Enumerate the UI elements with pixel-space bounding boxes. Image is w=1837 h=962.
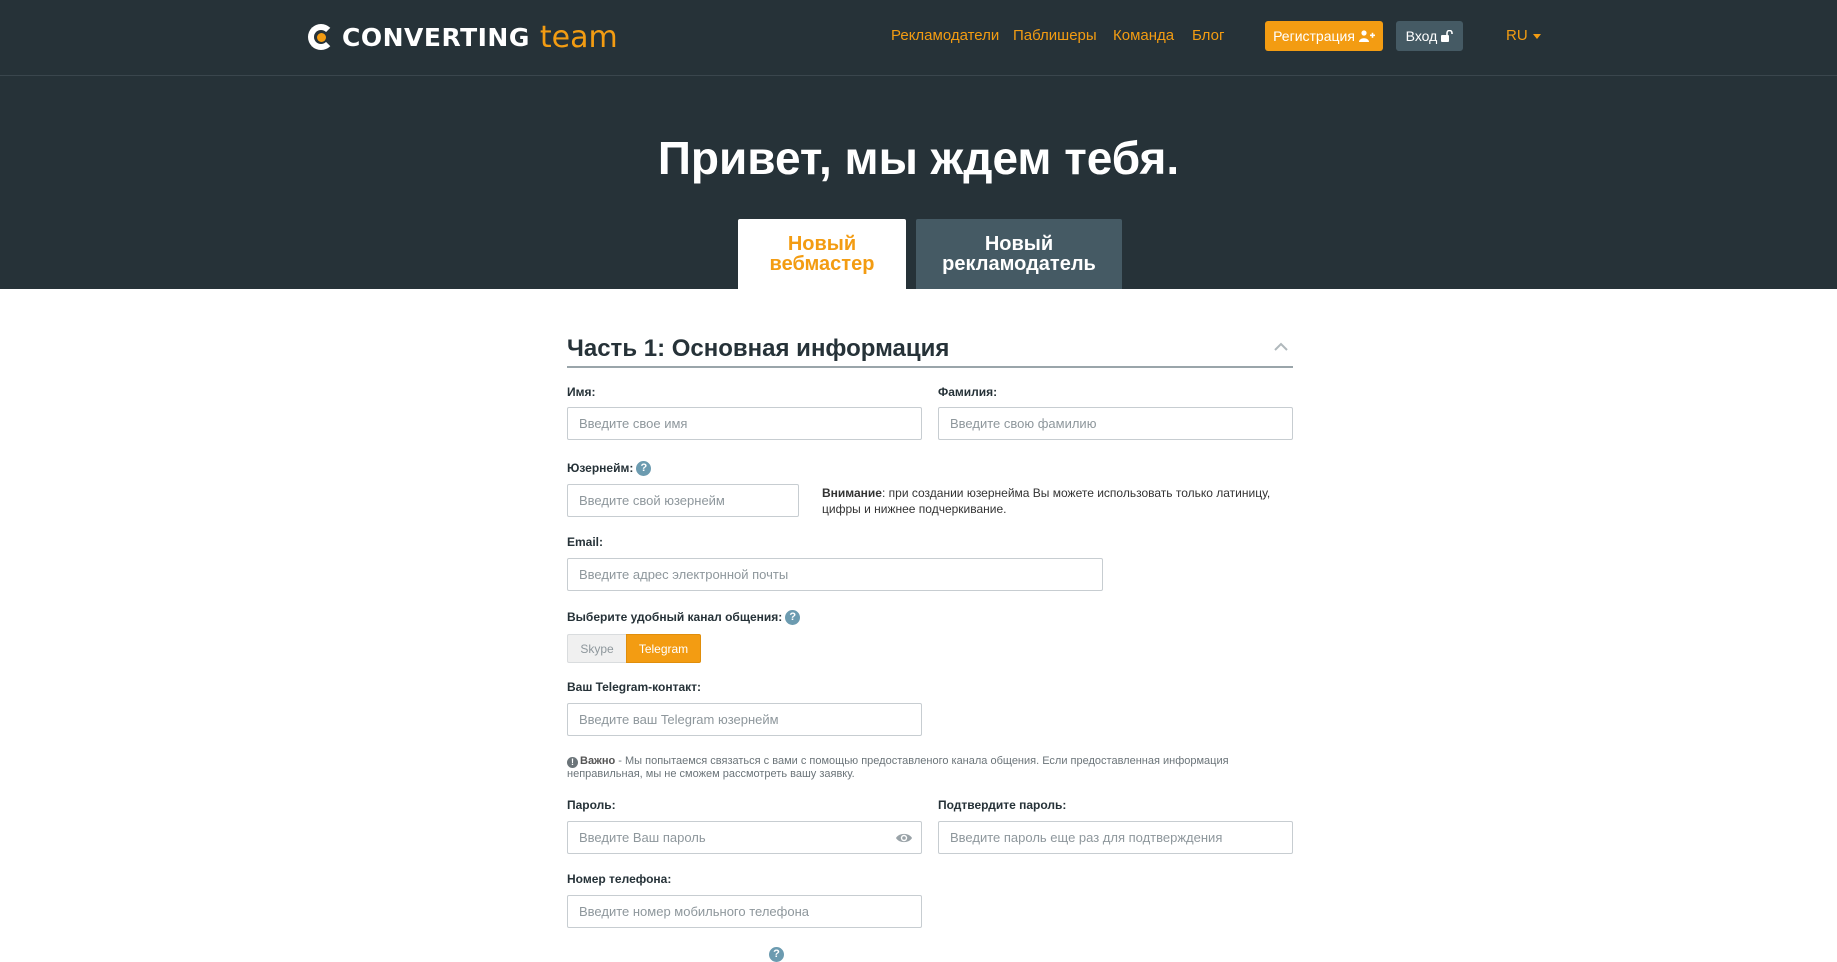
password-input[interactable] bbox=[567, 821, 922, 854]
username-input[interactable] bbox=[567, 484, 799, 517]
important-note: ! Важно - Мы попытаемся связаться с вами … bbox=[567, 755, 1293, 781]
tab-new-advertiser[interactable]: Новый рекламодатель bbox=[916, 219, 1122, 289]
important-text: - Мы попытаемся связаться с вами с помощ… bbox=[567, 755, 1229, 780]
nav-blog[interactable]: Блог bbox=[1192, 27, 1224, 44]
hero: Привет, мы ждем тебя. Новый вебмастер Но… bbox=[0, 76, 1837, 289]
help-icon[interactable]: ? bbox=[785, 610, 801, 626]
caret-down-icon bbox=[1532, 33, 1541, 39]
tab-new-webmaster[interactable]: Новый вебмастер bbox=[738, 219, 906, 289]
phone-input[interactable] bbox=[567, 895, 922, 928]
logo-word: CONVERTING bbox=[342, 22, 530, 52]
telegram-label: Ваш Telegram-контакт: bbox=[567, 680, 701, 694]
section-divider bbox=[567, 366, 1293, 368]
logo[interactable]: CONVERTING team bbox=[308, 18, 618, 56]
channel-toggle: Skype Telegram bbox=[567, 634, 701, 663]
password-confirm-input[interactable] bbox=[938, 821, 1293, 854]
email-label: Email: bbox=[567, 535, 604, 549]
page-title: Привет, мы ждем тебя. bbox=[657, 132, 1180, 184]
username-note: Внимание: при создании юзернейма Вы може… bbox=[822, 485, 1292, 517]
register-label: Регистрация bbox=[1273, 28, 1355, 44]
email-input[interactable] bbox=[567, 558, 1103, 591]
register-button[interactable]: Регистрация bbox=[1265, 21, 1383, 51]
username-label: Юзернейм: bbox=[567, 461, 634, 475]
unlock-icon bbox=[1441, 30, 1454, 42]
logo-mark-icon bbox=[308, 22, 334, 52]
username-note-text: : при создании юзернейма Вы можете испол… bbox=[822, 486, 1271, 516]
nav-publishers[interactable]: Паблишеры bbox=[1013, 27, 1097, 44]
nav-team[interactable]: Команда bbox=[1113, 27, 1174, 44]
nav-advertisers[interactable]: Рекламодатели bbox=[891, 27, 999, 44]
language-label: RU bbox=[1506, 27, 1528, 44]
login-button[interactable]: Вход bbox=[1396, 21, 1463, 51]
language-selector[interactable]: RU bbox=[1506, 27, 1541, 44]
user-plus-icon bbox=[1358, 30, 1375, 42]
tab-new-advertiser-label: Новый рекламодатель bbox=[942, 233, 1096, 275]
channel-label: Выберите удобный канал общения: bbox=[567, 610, 783, 624]
important-strong: Важно bbox=[580, 755, 616, 767]
help-icon[interactable]: ? bbox=[636, 461, 652, 477]
logo-team: team bbox=[539, 19, 618, 55]
telegram-input[interactable] bbox=[567, 703, 922, 736]
eye-icon[interactable] bbox=[895, 832, 913, 844]
login-label: Вход bbox=[1405, 28, 1438, 44]
section-title: Часть 1: Основная информация bbox=[567, 335, 950, 362]
info-icon: ! bbox=[567, 757, 578, 768]
last-name-input[interactable] bbox=[938, 407, 1293, 440]
top-navbar: CONVERTING team Рекламодатели Паблишеры … bbox=[0, 0, 1837, 76]
phone-label: Номер телефона: bbox=[567, 872, 672, 886]
password-label: Пароль: bbox=[567, 798, 616, 812]
username-note-strong: Внимание bbox=[822, 486, 882, 500]
first-name-input[interactable] bbox=[567, 407, 922, 440]
first-name-label: Имя: bbox=[567, 385, 596, 399]
channel-telegram-button[interactable]: Telegram bbox=[626, 634, 701, 663]
tab-new-webmaster-label: Новый вебмастер bbox=[769, 233, 875, 275]
channel-label-row: Выберите удобный канал общения:? bbox=[567, 610, 801, 626]
password-confirm-label: Подтвердите пароль: bbox=[938, 798, 1067, 812]
last-name-label: Фамилия: bbox=[938, 385, 998, 399]
username-label-row: Юзернейм:? bbox=[567, 461, 652, 477]
channel-skype-button[interactable]: Skype bbox=[567, 634, 626, 663]
help-icon[interactable]: ? bbox=[769, 947, 784, 962]
chevron-up-icon[interactable] bbox=[1273, 339, 1289, 355]
